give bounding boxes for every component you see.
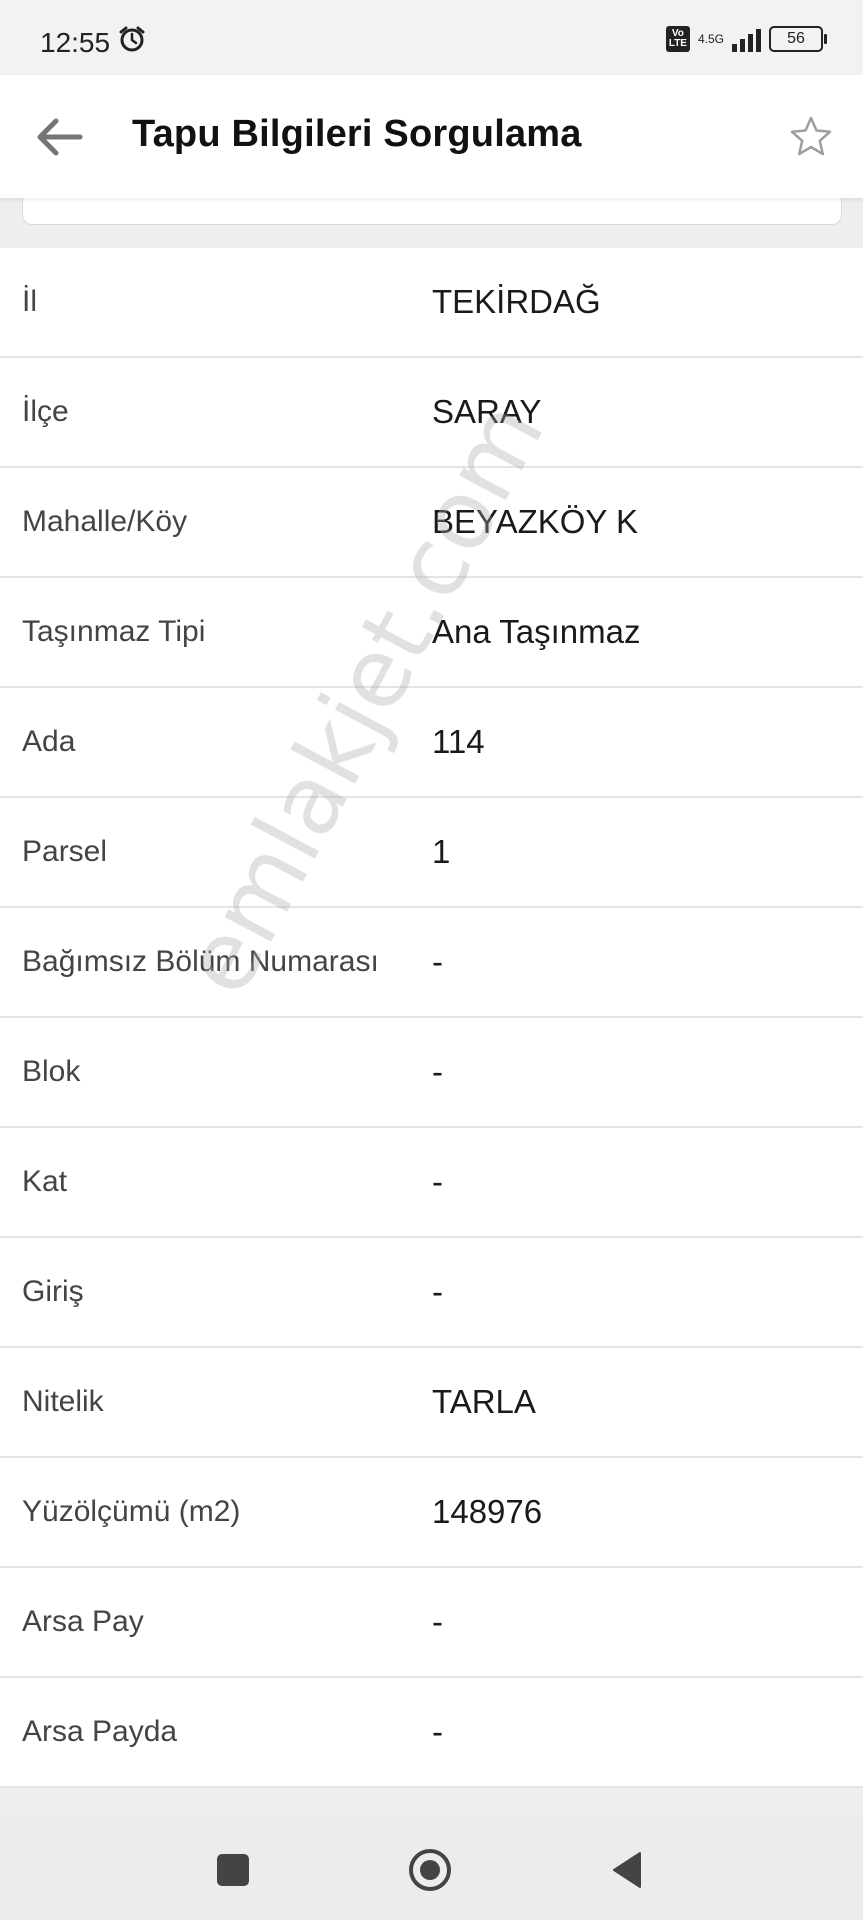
row-value: Ana Taşınmaz (432, 613, 641, 650)
table-row: Arsa Payda - (0, 1678, 863, 1788)
system-navigation-bar (0, 1815, 863, 1920)
table-row: Ada 114 (0, 688, 863, 798)
back-button[interactable] (30, 107, 90, 167)
row-label: Arsa Pay (22, 1605, 144, 1638)
battery-icon: 56 (769, 26, 827, 52)
circle-icon (409, 1849, 451, 1891)
row-label: Mahalle/Köy (22, 505, 188, 538)
row-label: İl (22, 285, 37, 318)
home-button[interactable] (405, 1845, 455, 1895)
table-row: İlçe SARAY (0, 358, 863, 468)
row-label: Arsa Payda (22, 1715, 178, 1748)
table-row: Nitelik TARLA (0, 1348, 863, 1458)
table-row: Kat - (0, 1128, 863, 1238)
row-value: - (432, 1713, 443, 1750)
battery-level: 56 (787, 30, 805, 47)
favorite-button[interactable] (787, 113, 835, 161)
nav-back-button[interactable] (604, 1845, 654, 1895)
row-label: Yüzölçümü (m2) (22, 1495, 241, 1528)
volte-badge: Vo LTE (665, 26, 690, 52)
status-indicators: Vo LTE 4.5G 56 (665, 26, 827, 52)
row-value: SARAY (432, 393, 542, 430)
row-value: TEKİRDAĞ (432, 283, 601, 320)
table-row: Giriş - (0, 1238, 863, 1348)
triangle-left-icon (613, 1852, 641, 1888)
table-row: Bağımsız Bölüm Numarası - (0, 908, 863, 1018)
row-label: İlçe (22, 395, 69, 428)
star-outline-icon (790, 116, 832, 156)
row-value: - (432, 943, 443, 980)
row-value: - (432, 1053, 443, 1090)
table-row: Arsa Pay - (0, 1568, 863, 1678)
table-row: Parsel 1 (0, 798, 863, 908)
arrow-left-icon (37, 118, 83, 156)
row-label: Ada (22, 725, 76, 758)
table-row: Blok - (0, 1018, 863, 1128)
property-info-table: İl TEKİRDAĞ İlçe SARAY Mahalle/Köy BEYAZKÖY K… (0, 248, 863, 1788)
row-label: Parsel (22, 835, 108, 868)
status-time: 12:55 (40, 26, 111, 58)
app-bar: Tapu Bilgileri Sorgulama (0, 75, 863, 198)
status-bar: 12:55 Vo LTE 4.5G 56 (0, 0, 863, 75)
row-value: 148976 (432, 1493, 543, 1530)
row-value: - (432, 1163, 443, 1200)
row-label: Bağımsız Bölüm Numarası (22, 945, 379, 978)
row-value: 1 (432, 833, 451, 870)
table-row: Mahalle/Köy BEYAZKÖY K (0, 468, 863, 578)
row-label: Blok (22, 1055, 81, 1088)
table-row: Yüzölçümü (m2) 148976 (0, 1458, 863, 1568)
row-label: Kat (22, 1165, 68, 1198)
recents-button[interactable] (208, 1845, 258, 1895)
table-row: Taşınmaz Tipi Ana Taşınmaz (0, 578, 863, 688)
page-title: Tapu Bilgileri Sorgulama (132, 113, 582, 155)
row-value: - (432, 1273, 443, 1310)
row-value: - (432, 1603, 443, 1640)
alarm-clock-icon (118, 25, 146, 60)
status-time-group: 12:55 (40, 25, 146, 60)
row-label: Taşınmaz Tipi (22, 615, 206, 648)
row-label: Giriş (22, 1275, 84, 1308)
signal-strength-icon (732, 26, 761, 52)
row-value: 114 (432, 723, 485, 760)
row-value: TARLA (432, 1383, 536, 1420)
row-label: Nitelik (22, 1385, 104, 1418)
network-type: 4.5G (697, 32, 724, 46)
row-value: BEYAZKÖY K (432, 503, 639, 540)
square-icon (217, 1854, 249, 1886)
table-row: İl TEKİRDAĞ (0, 248, 863, 358)
